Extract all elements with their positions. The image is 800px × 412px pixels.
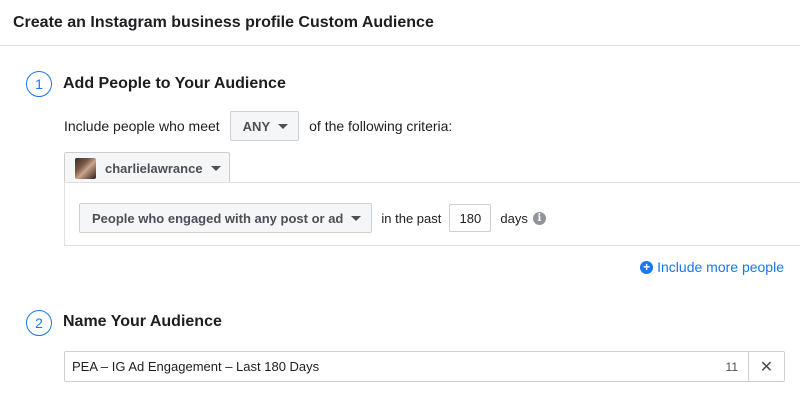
audience-name-input[interactable] (65, 352, 726, 381)
char-count: 11 (725, 359, 738, 374)
rule-row: People who engaged with any post or ad i… (79, 203, 546, 233)
caret-down-icon (210, 165, 221, 171)
match-type-value: ANY (242, 118, 271, 134)
close-icon: ✕ (759, 358, 774, 376)
audience-name-field: 11 ✕ (64, 351, 785, 382)
info-icon[interactable]: i (532, 211, 546, 225)
engagement-option: People who engaged with any post or ad (92, 210, 344, 226)
account-name: charlielawrance (105, 160, 203, 176)
match-type-dropdown[interactable]: ANY (229, 111, 300, 141)
engagement-dropdown[interactable]: People who engaged with any post or ad (79, 203, 373, 233)
caret-down-icon (351, 215, 362, 221)
plus-circle-icon: + (640, 260, 654, 274)
criteria-prefix: Include people who meet (64, 118, 220, 134)
dialog-header: Create an Instagram business profile Cus… (0, 0, 800, 46)
dialog-title: Create an Instagram business profile Cus… (13, 13, 434, 31)
step-1-title: Add People to Your Audience (63, 75, 286, 92)
caret-down-icon (278, 123, 289, 129)
criteria-row: Include people who meet ANY of the follo… (64, 111, 452, 141)
days-input[interactable] (449, 204, 492, 232)
clear-name-button[interactable]: ✕ (748, 352, 784, 381)
days-label: days (500, 210, 528, 226)
step-2-title: Name Your Audience (63, 313, 222, 330)
criteria-suffix: of the following criteria: (309, 118, 453, 134)
include-more-people-link[interactable]: + Include more people (640, 259, 784, 275)
account-selector[interactable]: charlielawrance (64, 152, 230, 183)
include-more-label: Include more people (657, 259, 784, 275)
step-2-number: 2 (26, 310, 52, 336)
rule-box: People who engaged with any post or ad i… (64, 182, 800, 246)
in-the-past-label: in the past (381, 210, 442, 226)
avatar (75, 157, 96, 179)
step-1-number: 1 (26, 71, 52, 97)
